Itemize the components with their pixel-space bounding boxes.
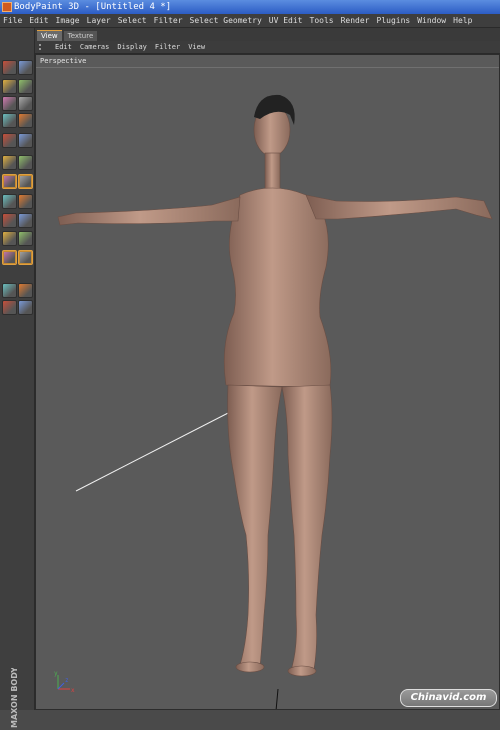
figure-torso bbox=[223, 187, 332, 388]
app-icon bbox=[2, 2, 12, 12]
smudge-icon[interactable] bbox=[18, 155, 33, 170]
title-bar: BodyPaint 3D - [Untitled 4 *] bbox=[0, 0, 500, 14]
scene-canvas: y x z bbox=[54, 94, 493, 709]
watermark-badge: Chinavid.com bbox=[400, 689, 497, 707]
figure-neck bbox=[264, 152, 281, 192]
tool-palette: MAXON BODYPAINT 3D bbox=[0, 28, 35, 728]
color-swatch-icon[interactable] bbox=[18, 213, 33, 228]
texture-icon[interactable] bbox=[18, 231, 33, 246]
menu-select[interactable]: Select bbox=[118, 16, 147, 25]
figure-left-leg bbox=[281, 384, 333, 670]
viewport-menu-cameras[interactable]: Cameras bbox=[80, 43, 110, 51]
fill-icon[interactable] bbox=[2, 194, 17, 209]
brush-icon[interactable] bbox=[2, 133, 17, 148]
move-tool-icon[interactable] bbox=[18, 60, 33, 75]
scale-tool-icon[interactable] bbox=[18, 79, 33, 94]
axis-y-label: y bbox=[54, 670, 58, 677]
viewport-menu: Edit Cameras Display Filter View bbox=[35, 41, 500, 54]
clone-icon[interactable] bbox=[2, 174, 17, 189]
menu-plugins[interactable]: Plugins bbox=[377, 16, 411, 25]
menu-help[interactable]: Help bbox=[453, 16, 472, 25]
menu-window[interactable]: Window bbox=[417, 16, 446, 25]
human-figure-model[interactable] bbox=[57, 94, 493, 677]
perspective-viewport[interactable]: Perspective y x z Chinavid.com bbox=[35, 54, 500, 710]
axis-z-label: z bbox=[65, 677, 69, 684]
eyedropper-icon[interactable] bbox=[2, 213, 17, 228]
projection-icon[interactable] bbox=[2, 283, 17, 298]
brand-text: MAXON BODYPAINT 3D bbox=[10, 668, 19, 728]
figure-right-arm bbox=[57, 196, 241, 226]
ground-marker-line bbox=[275, 688, 279, 709]
menu-render[interactable]: Render bbox=[341, 16, 370, 25]
tab-view[interactable]: View bbox=[37, 30, 62, 41]
magic-wand-icon[interactable] bbox=[18, 96, 33, 111]
gradient-icon[interactable] bbox=[18, 194, 33, 209]
lasso-tool-icon[interactable] bbox=[2, 96, 17, 111]
figure-right-leg bbox=[227, 384, 283, 668]
light-guide-line bbox=[75, 410, 233, 492]
figure-left-arm bbox=[305, 194, 493, 220]
uv-polygons-icon[interactable] bbox=[18, 250, 33, 265]
redo-icon[interactable] bbox=[18, 113, 33, 128]
select-tool-icon[interactable] bbox=[2, 60, 17, 75]
menu-file[interactable]: File bbox=[3, 16, 22, 25]
tab-texture[interactable]: Texture bbox=[63, 31, 98, 41]
menu-edit[interactable]: Edit bbox=[29, 16, 48, 25]
viewport-menu-display[interactable]: Display bbox=[117, 43, 147, 51]
pencil-icon[interactable] bbox=[18, 133, 33, 148]
render-icon[interactable] bbox=[18, 300, 33, 315]
figure-right-foot bbox=[235, 661, 265, 673]
rotate-tool-icon[interactable] bbox=[2, 79, 17, 94]
window-title: BodyPaint 3D - [Untitled 4 *] bbox=[14, 2, 172, 12]
menu-tools[interactable]: Tools bbox=[310, 16, 334, 25]
menu-select-geometry[interactable]: Select Geometry bbox=[190, 16, 262, 25]
layer-icon[interactable] bbox=[2, 231, 17, 246]
menu-filter[interactable]: Filter bbox=[154, 16, 183, 25]
menu-layer[interactable]: Layer bbox=[87, 16, 111, 25]
viewport-menu-view[interactable]: View bbox=[188, 43, 205, 51]
viewport-menu-filter[interactable]: Filter bbox=[155, 43, 180, 51]
airbrush-icon[interactable] bbox=[2, 155, 17, 170]
menu-uv-edit[interactable]: UV Edit bbox=[269, 16, 303, 25]
maxon-bodypaint-logo: MAXON BODYPAINT 3D bbox=[10, 668, 19, 728]
viewport-tabs: View Texture bbox=[35, 28, 500, 41]
material-icon[interactable] bbox=[2, 300, 17, 315]
uv-points-icon[interactable] bbox=[2, 250, 17, 265]
relax-icon[interactable] bbox=[18, 283, 33, 298]
undo-icon[interactable] bbox=[2, 113, 17, 128]
menu-image[interactable]: Image bbox=[56, 16, 80, 25]
axis-gizmo: y x z bbox=[54, 670, 75, 694]
panel-grip-icon[interactable] bbox=[39, 44, 49, 50]
figure-left-foot bbox=[287, 665, 317, 677]
viewport-menu-edit[interactable]: Edit bbox=[55, 43, 72, 51]
eraser-icon[interactable] bbox=[18, 174, 33, 189]
axis-x-label: x bbox=[71, 687, 75, 694]
menu-bar: File Edit Image Layer Select Filter Sele… bbox=[0, 14, 500, 28]
